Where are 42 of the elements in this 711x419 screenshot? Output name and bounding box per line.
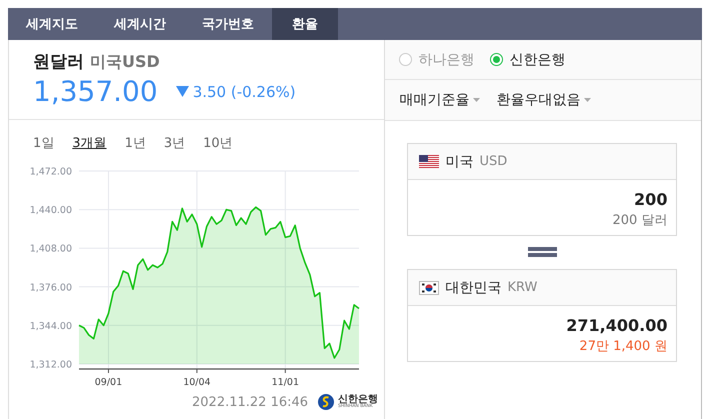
- currency-code: KRW: [507, 280, 538, 295]
- y-tick-label: 1,408.00: [30, 244, 72, 255]
- currency-subtitle: 미국USD: [90, 52, 160, 73]
- period-tab[interactable]: 1년: [124, 134, 146, 160]
- equals-icon: [528, 247, 557, 257]
- y-tick-label: 1,344.00: [30, 320, 72, 332]
- flag-icon: [419, 280, 440, 294]
- y-tick-label: 1,312.00: [30, 360, 72, 370]
- x-tick-label: 11/01: [272, 377, 299, 388]
- rate-change: 3.50 (-0.26%): [192, 82, 296, 100]
- currency-code: USD: [479, 154, 508, 169]
- amount-field[interactable]: 200: [634, 190, 668, 209]
- amount-in-words: 27만 1,400 원: [579, 338, 668, 355]
- country-name: 대한민국: [445, 278, 502, 296]
- caret-icon: [473, 98, 480, 102]
- tab[interactable]: 세계지도: [8, 8, 96, 40]
- y-tick-label: 1,472.00: [30, 166, 72, 178]
- exchange-rate: 1,357.00: [33, 75, 158, 108]
- y-tick-label: 1,376.00: [30, 282, 72, 294]
- amount-in-words: 200 달러: [612, 212, 668, 229]
- y-tick-label: 1,440.00: [30, 205, 72, 216]
- tab[interactable]: 국가번호: [184, 8, 272, 40]
- period-tab[interactable]: 10년: [203, 134, 233, 160]
- currency-pair-title: 원달러: [33, 51, 84, 73]
- flag-icon: [419, 155, 440, 168]
- bank-logo-name: 신한은행: [338, 394, 378, 405]
- amount-field[interactable]: 271,400.00: [566, 316, 668, 335]
- timestamp: 2022.11.22 16:46: [192, 394, 308, 410]
- down-triangle-icon: [176, 86, 189, 97]
- period-tab[interactable]: 1일: [33, 134, 54, 160]
- bank-radio[interactable]: 신한은행: [490, 50, 566, 68]
- x-tick-label: 09/01: [94, 377, 122, 388]
- rate-dropdown[interactable]: 매매기준율: [399, 91, 480, 109]
- tab[interactable]: 환율: [272, 8, 338, 40]
- rate-dropdown[interactable]: 환율우대없음: [496, 91, 592, 109]
- country-name: 미국: [445, 152, 474, 170]
- x-tick-label: 10/04: [183, 377, 211, 388]
- period-tab[interactable]: 3개월: [72, 134, 107, 160]
- period-tab[interactable]: 3년: [164, 134, 186, 160]
- bank-logo-icon: [318, 394, 334, 410]
- caret-icon: [584, 98, 592, 102]
- tab[interactable]: 세계시간: [96, 8, 184, 40]
